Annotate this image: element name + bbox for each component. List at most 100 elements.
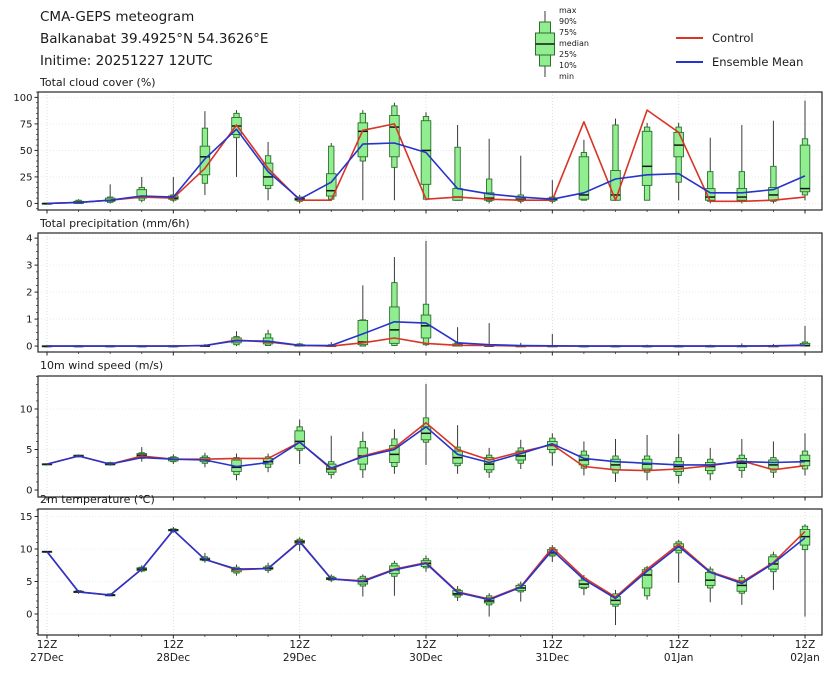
box-25-75: [105, 594, 115, 595]
box-25-75: [548, 550, 558, 555]
x-tick-label: 02Jan: [790, 652, 820, 664]
box-10-90: [486, 344, 491, 346]
box-10-90: [708, 569, 713, 588]
box-25-75: [295, 431, 305, 449]
ensemble-mean-line: [47, 129, 805, 203]
boxplot: [74, 454, 84, 457]
box-25-75: [737, 346, 747, 347]
box-25-75: [611, 459, 621, 470]
box-25-75: [674, 544, 684, 551]
legend-box-label: 10%: [559, 60, 589, 71]
box-25-75: [263, 163, 273, 185]
box-25-75: [390, 307, 400, 343]
box-25-75: [674, 346, 684, 347]
page-title: CMA-GEPS meteogram: [40, 6, 194, 28]
box-10-90: [455, 343, 460, 346]
y-tick-label: 50: [20, 146, 33, 157]
box-10-90: [739, 346, 744, 347]
box-25-75: [737, 189, 747, 201]
boxplot: [137, 177, 147, 202]
box-10-90: [202, 456, 207, 463]
y-tick-label: 10: [20, 404, 33, 415]
box-10-90: [455, 147, 460, 200]
y-tick-label: 0: [26, 199, 32, 210]
box-10-90: [486, 596, 491, 605]
box-10-90: [644, 127, 649, 200]
x-tick-label: 01Jan: [664, 652, 694, 664]
meteogram-charts: 025507510001234051005101512Z27Dec12Z28De…: [0, 0, 831, 678]
box-25-75: [137, 190, 147, 198]
boxplot: [484, 448, 494, 478]
boxplot: [674, 345, 684, 347]
legend-box-label: 90%: [559, 16, 589, 27]
box-10-90: [676, 542, 681, 553]
box-25-75: [705, 462, 715, 470]
boxplot: [295, 195, 305, 203]
boxplot: [579, 140, 589, 200]
boxplot: [326, 436, 336, 479]
box-10-90: [581, 451, 586, 468]
box-25-75: [326, 174, 336, 196]
box-10-90: [139, 567, 144, 571]
box-25-75: [390, 566, 400, 574]
boxplot: [263, 563, 273, 573]
panel-frame: [38, 376, 822, 497]
box-10-90: [676, 127, 681, 182]
box-10-90: [644, 568, 649, 596]
boxplot: [800, 524, 810, 616]
boxplot: [769, 121, 779, 204]
panel-precipitation: 01234: [26, 233, 822, 356]
boxplot: [453, 425, 463, 474]
control-line: [47, 423, 805, 471]
boxplot: [674, 123, 684, 200]
box-25-75: [295, 198, 305, 200]
boxplot: [358, 432, 368, 478]
x-tick-label: 12Z: [542, 639, 563, 651]
boxplot: [74, 590, 84, 594]
box-10-90: [676, 458, 681, 476]
boxplot: [390, 561, 400, 596]
station-title: Balkanabat 39.4925°N 54.3626°E: [40, 28, 268, 50]
box-10-90: [265, 566, 270, 571]
box-10-90: [76, 346, 81, 347]
boxplot: [42, 203, 52, 204]
box-10-90: [708, 459, 713, 474]
box-25-75: [421, 427, 431, 440]
y-tick-label: 0: [26, 341, 32, 352]
panel-cloud-cover: 0255075100: [13, 92, 822, 214]
x-tick-label: 12Z: [795, 639, 816, 651]
box-10-90: [771, 458, 776, 473]
box-25-75: [453, 189, 463, 201]
boxplot: [42, 552, 52, 553]
box-25-75: [200, 346, 210, 347]
box-10-90: [107, 346, 112, 347]
box-10-90: [234, 567, 239, 573]
box-10-90: [360, 320, 365, 346]
box-25-75: [484, 345, 494, 346]
box-25-75: [737, 581, 747, 591]
boxplot: [137, 447, 147, 462]
control-line-sample: [676, 37, 703, 39]
box-25-75: [579, 580, 589, 587]
legend-control-label: Control: [712, 31, 754, 45]
legend-ensemble-mean-label: Ensemble Mean: [712, 55, 803, 69]
box-25-75: [421, 121, 431, 185]
box-10-90: [739, 172, 744, 202]
legend-box-label: 75%: [559, 27, 589, 38]
box-25-75: [169, 196, 179, 199]
boxplot: [516, 156, 526, 204]
boxplot: [516, 343, 526, 347]
boxplot: [200, 553, 210, 563]
boxplot: [169, 527, 179, 533]
control-line: [47, 530, 805, 599]
box-25-75: [737, 458, 747, 467]
box-10-90: [802, 451, 807, 469]
box-25-75: [453, 344, 463, 346]
box-10-90: [392, 283, 397, 346]
box-10-90: [360, 576, 365, 586]
box-10-90: [739, 578, 744, 594]
box-25-75: [769, 346, 779, 347]
boxplot: [737, 343, 747, 346]
box-25-75: [674, 462, 684, 472]
box-25-75: [642, 570, 652, 588]
